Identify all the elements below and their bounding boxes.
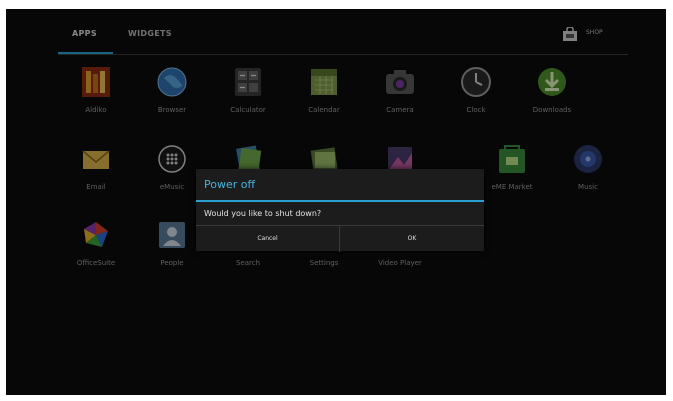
dialog-title-divider xyxy=(196,200,484,202)
power-off-dialog: Power off Would you like to shut down? C… xyxy=(196,169,484,252)
launcher-screen: APPS WIDGETS SHOP Aldiko Browser Calcula… xyxy=(6,9,666,395)
dialog-title: Power off xyxy=(204,178,256,191)
dialog-button-bar: Cancel OK xyxy=(196,225,484,252)
ok-button[interactable]: OK xyxy=(340,226,484,252)
dialog-message: Would you like to shut down? xyxy=(204,209,322,218)
cancel-button[interactable]: Cancel xyxy=(196,226,340,252)
